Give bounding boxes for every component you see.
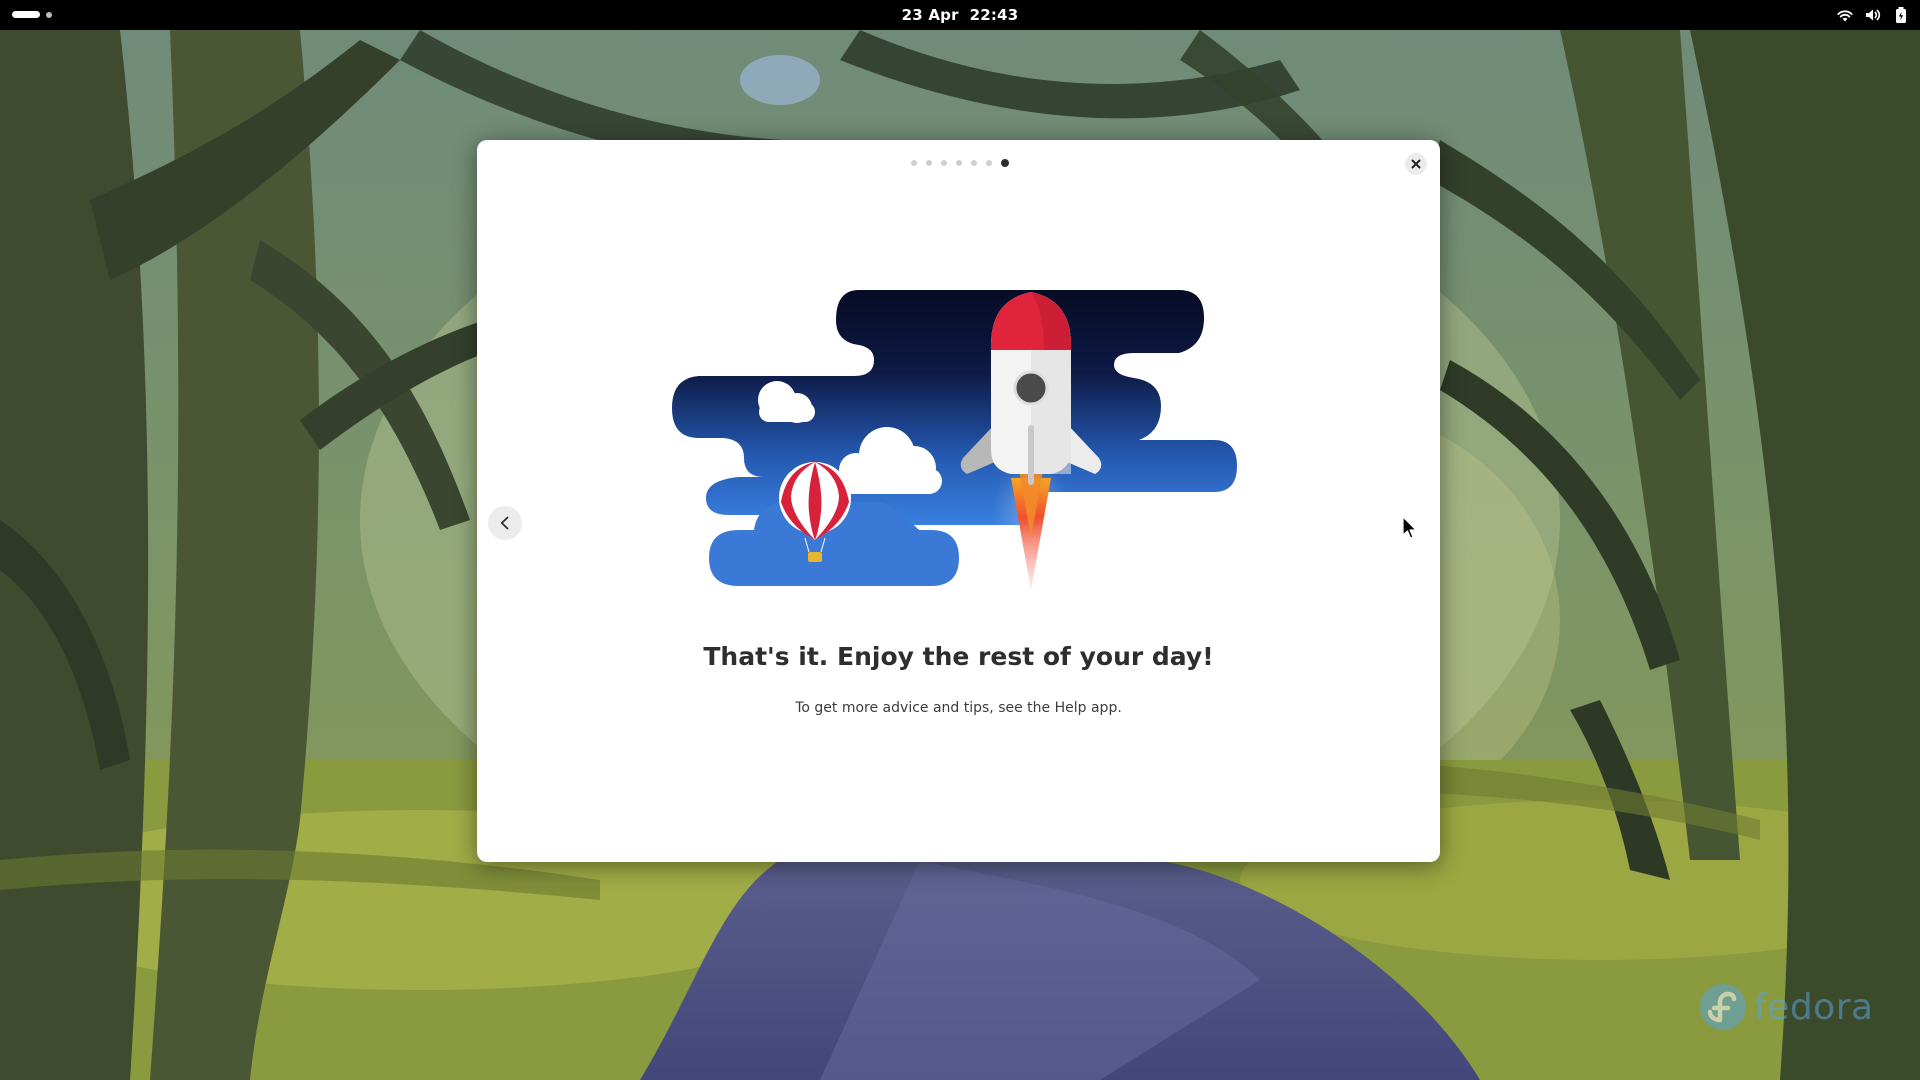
chevron-left-icon (500, 516, 509, 530)
desktop: 23 Apr 22:43 fedora That's it. Enjoy the… (0, 0, 1920, 1080)
fedora-infinity-icon (1700, 984, 1746, 1030)
previous-page-button[interactable] (488, 506, 522, 540)
workspace-indicator (46, 11, 52, 18)
page-dot[interactable] (955, 160, 962, 166)
page-dot[interactable] (925, 160, 932, 166)
mouse-pointer-icon (1402, 516, 1417, 539)
fedora-wordmark: fedora (1754, 986, 1874, 1028)
page-dot-active[interactable] (1000, 159, 1009, 167)
workspace-indicator-active (12, 11, 40, 18)
battery-icon (1896, 7, 1906, 23)
wifi-icon (1837, 10, 1853, 22)
dialog-headline: That's it. Enjoy the rest of your day! (703, 642, 1214, 671)
dialog-subtext: To get more advice and tips, see the Hel… (795, 700, 1122, 716)
close-button[interactable] (1405, 153, 1427, 175)
welcome-tour-dialog: That's it. Enjoy the rest of your day! T… (477, 140, 1440, 862)
page-indicator (478, 158, 1441, 167)
system-status-menu[interactable] (1836, 4, 1910, 26)
page-dot[interactable] (910, 160, 917, 166)
clock-button[interactable]: 23 Apr 22:43 (0, 0, 1920, 30)
volume-icon (1866, 9, 1881, 21)
fedora-logo: fedora (1698, 980, 1878, 1034)
activities-button[interactable] (12, 11, 52, 18)
clock-time: 22:43 (969, 6, 1019, 24)
close-icon (1411, 159, 1421, 169)
page-dot[interactable] (985, 160, 992, 166)
page-dot[interactable] (970, 160, 977, 166)
page-dot[interactable] (940, 160, 947, 166)
rocket-launch-illustration (672, 290, 1237, 590)
clock-date: 23 Apr (901, 6, 959, 24)
top-bar: 23 Apr 22:43 (0, 0, 1920, 30)
